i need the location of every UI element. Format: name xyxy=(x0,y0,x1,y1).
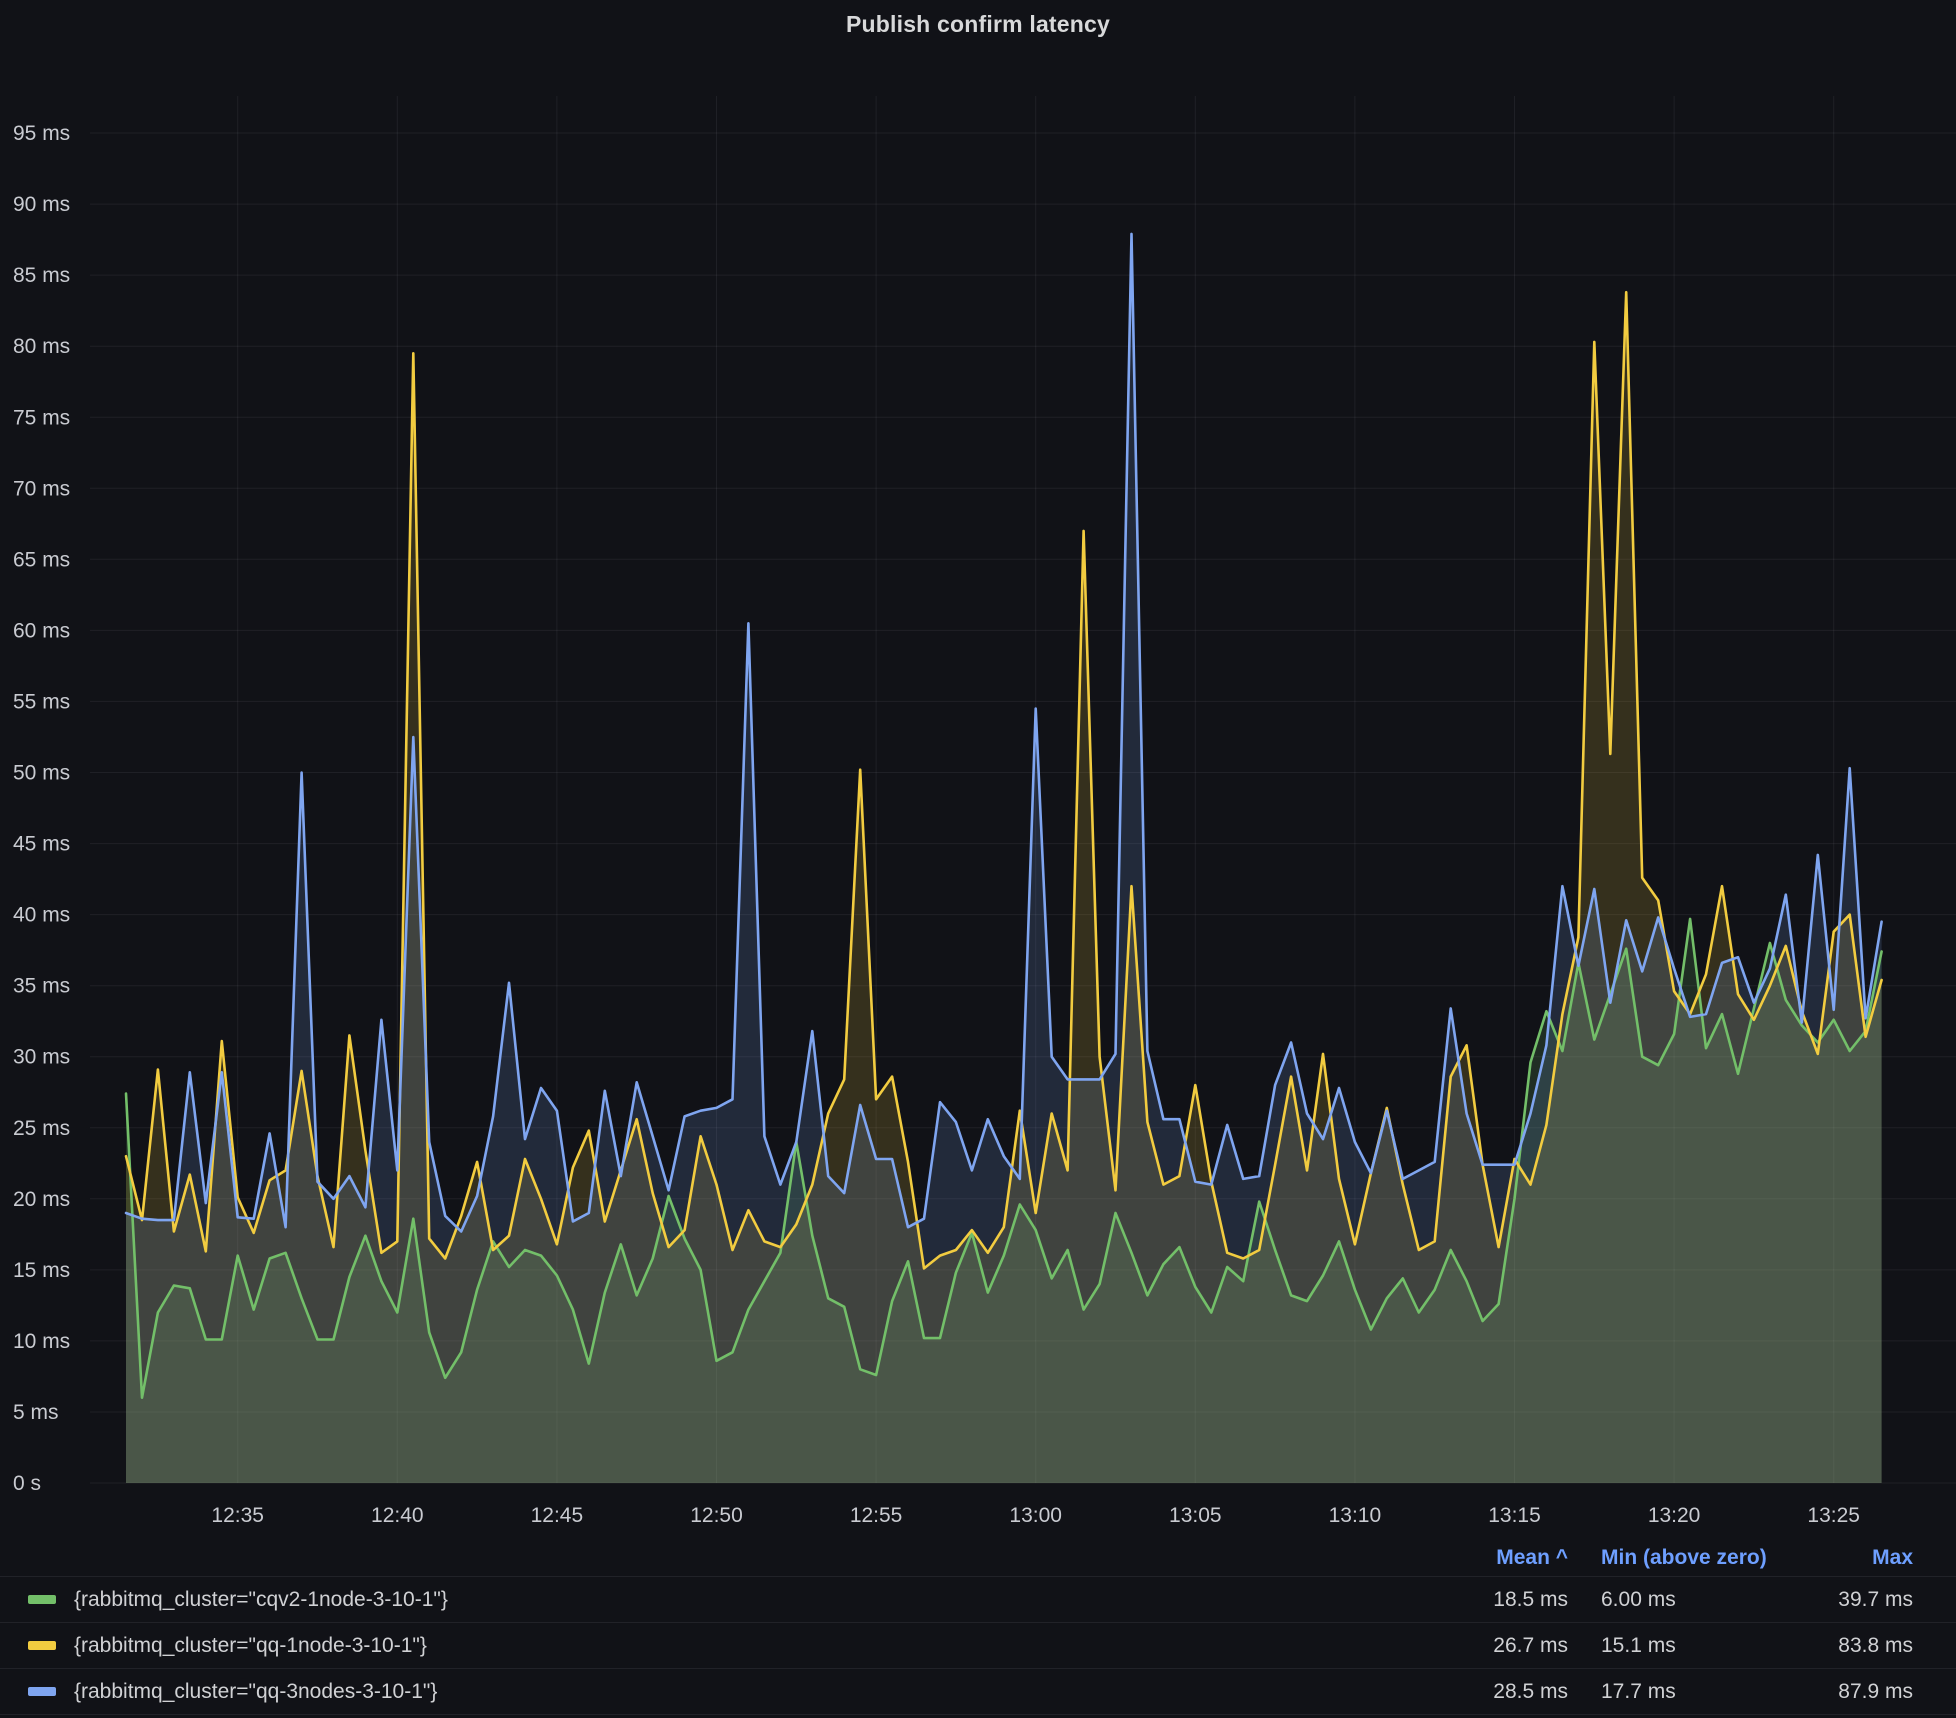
y-tick-label: 20 ms xyxy=(13,1188,70,1211)
series-label-cell: {rabbitmq_cluster="qq-3nodes-3-10-1"} xyxy=(0,1680,1458,1704)
max-value: 39.7 ms xyxy=(1791,1588,1913,1612)
y-tick-label: 50 ms xyxy=(13,762,70,785)
mean-value: 26.7 ms xyxy=(1458,1634,1568,1658)
x-tick-label: 13:20 xyxy=(1648,1504,1701,1527)
legend-header-row: Mean ^ Min (above zero) Max xyxy=(0,1540,1956,1576)
legend-header-mean[interactable]: Mean ^ xyxy=(1458,1546,1568,1570)
grafana-panel: Publish confirm latency 0 s5 ms10 ms15 m… xyxy=(0,0,1956,1718)
x-tick-label: 12:45 xyxy=(531,1504,584,1527)
mean-value: 28.5 ms xyxy=(1458,1680,1568,1704)
legend-row[interactable]: {rabbitmq_cluster="cqv2-1node-3-10-1"} 18… xyxy=(0,1576,1956,1622)
series-label-cell: {rabbitmq_cluster="qq-1node-3-10-1"} xyxy=(0,1634,1458,1658)
y-tick-label: 25 ms xyxy=(13,1117,70,1140)
series-color-swatch-icon[interactable] xyxy=(28,1687,56,1696)
y-tick-label: 35 ms xyxy=(13,975,70,998)
min-value: 6.00 ms xyxy=(1601,1588,1791,1612)
y-tick-label: 5 ms xyxy=(13,1401,59,1424)
series-label[interactable]: {rabbitmq_cluster="qq-1node-3-10-1"} xyxy=(74,1634,427,1658)
series-label[interactable]: {rabbitmq_cluster="cqv2-1node-3-10-1"} xyxy=(74,1588,448,1612)
y-tick-label: 55 ms xyxy=(13,690,70,713)
y-tick-label: 65 ms xyxy=(13,548,70,571)
x-tick-label: 12:40 xyxy=(371,1504,424,1527)
y-tick-label: 75 ms xyxy=(13,406,70,429)
x-tick-label: 13:00 xyxy=(1009,1504,1062,1527)
y-tick-label: 30 ms xyxy=(13,1046,70,1069)
y-tick-label: 15 ms xyxy=(13,1259,70,1282)
y-tick-label: 80 ms xyxy=(13,335,70,358)
y-tick-label: 85 ms xyxy=(13,264,70,287)
y-tick-label: 95 ms xyxy=(13,122,70,145)
series-label-cell: {rabbitmq_cluster="cqv2-1node-3-10-1"} xyxy=(0,1588,1458,1612)
x-tick-label: 12:55 xyxy=(850,1504,903,1527)
latency-chart-plot[interactable]: 0 s 5 ms 10 ms 15 ms 20 ms 25 ms 30 ms 35 ms 40 … xyxy=(0,0,1956,1540)
x-tick-label: 13:25 xyxy=(1807,1504,1860,1527)
legend-row[interactable]: {rabbitmq_cluster="qq-3nodes-3-10-1"} 28.… xyxy=(0,1668,1956,1715)
x-tick-label: 13:05 xyxy=(1169,1504,1222,1527)
min-value: 17.7 ms xyxy=(1601,1680,1791,1704)
x-tick-label: 13:15 xyxy=(1488,1504,1541,1527)
y-tick-label: 0 s xyxy=(13,1472,41,1495)
mean-value: 18.5 ms xyxy=(1458,1588,1568,1612)
series-label[interactable]: {rabbitmq_cluster="qq-3nodes-3-10-1"} xyxy=(74,1680,437,1704)
y-tick-label: 10 ms xyxy=(13,1330,70,1353)
min-value: 15.1 ms xyxy=(1601,1634,1791,1658)
x-tick-label: 12:35 xyxy=(211,1504,264,1527)
legend-header-min[interactable]: Min (above zero) xyxy=(1601,1546,1791,1570)
series-color-swatch-icon[interactable] xyxy=(28,1595,56,1604)
legend-header-max[interactable]: Max xyxy=(1791,1546,1913,1570)
legend-row[interactable]: {rabbitmq_cluster="qq-1node-3-10-1"} 26.7… xyxy=(0,1622,1956,1668)
series-color-swatch-icon[interactable] xyxy=(28,1641,56,1650)
legend-table: Mean ^ Min (above zero) Max {rabbitmq_cl… xyxy=(0,1540,1956,1715)
y-tick-label: 90 ms xyxy=(13,193,70,216)
y-tick-label: 40 ms xyxy=(13,904,70,927)
y-tick-label: 45 ms xyxy=(13,833,70,856)
y-tick-label: 60 ms xyxy=(13,619,70,642)
x-tick-label: 13:10 xyxy=(1329,1504,1382,1527)
y-tick-label: 70 ms xyxy=(13,477,70,500)
max-value: 83.8 ms xyxy=(1791,1634,1913,1658)
legend-rows: {rabbitmq_cluster="cqv2-1node-3-10-1"} 18… xyxy=(0,1576,1956,1715)
x-tick-label: 12:50 xyxy=(690,1504,743,1527)
max-value: 87.9 ms xyxy=(1791,1680,1913,1704)
